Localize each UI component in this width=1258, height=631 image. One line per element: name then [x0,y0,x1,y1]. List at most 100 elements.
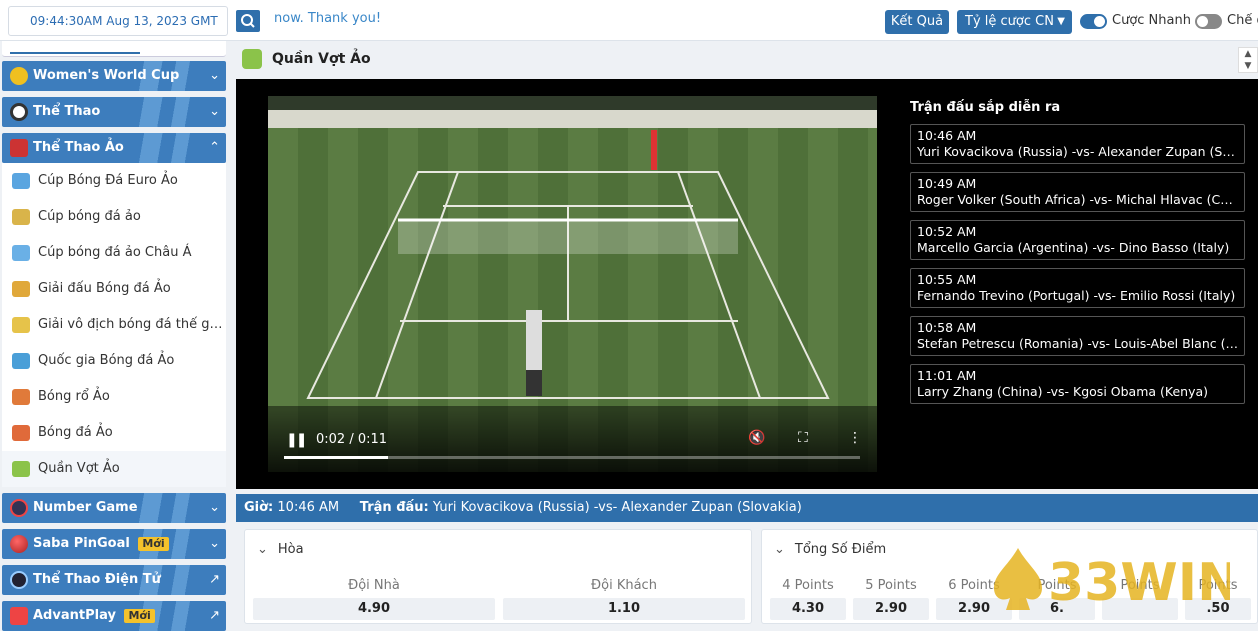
sidebar-cat-virtual-sports[interactable]: Thể Thao Ảo ⌃ [2,133,226,163]
match-teams: Larry Zhang (China) -vs- Kgosi Obama (Ke… [917,384,1209,399]
panel-header[interactable]: ⌄ Tổng Số Điểm [774,542,886,557]
sidebar-item-virtual-basketball[interactable]: Bóng rổ Ảo [2,379,226,415]
sidebar-item-label: Bóng rổ Ảo [38,389,110,404]
sidebar-cat-esports[interactable]: Thể Thao Điện Tử ↗ [2,565,226,595]
sidebar-item-virtual-world-cup[interactable]: Giải vô địch bóng đá thế giới ảo [2,307,226,343]
quick-bet-toggle[interactable] [1080,14,1107,29]
soccer-ball-icon [12,425,30,441]
world-cup-icon [12,317,30,333]
match-time: 10:55 AM [917,272,977,287]
soccer-ball-icon [10,103,28,121]
sidebar-item-label: Giải vô địch bóng đá thế giới ảo [38,317,226,332]
sidebar-item-virtual-tennis[interactable]: Quần Vợt Ảo [2,451,226,487]
odds-total[interactable]: 5 Points 2.90 [853,576,929,624]
panel-title: Tổng Số Điểm [794,542,887,557]
sidebar-cat-sports[interactable]: Thể Thao ⌄ [2,97,226,127]
sidebar-cat-label: Thể Thao Ảo [33,140,124,155]
match-time: 11:01 AM [917,368,977,383]
sidebar-cat-advantplay[interactable]: AdvantPlay Mới ↗ [2,601,226,631]
match-teams: Marcello Garcia (Argentina) -vs- Dino Ba… [917,240,1230,255]
quick-bet-label: Cược Nhanh [1112,13,1191,28]
search-button[interactable] [236,10,260,32]
odds-total[interactable]: 4 Points 4.30 [770,576,846,624]
advantplay-icon [10,607,28,625]
trophy-icon [12,209,30,225]
basketball-icon [12,389,30,405]
chevron-down-icon: ⌄ [209,104,220,119]
number-ball-icon [10,499,28,517]
new-badge: Mới [124,609,155,623]
match-teams: Yuri Kovacikova (Russia) -vs- Alexander … [917,144,1238,159]
chevron-up-icon: ⌃ [209,140,220,155]
video-player[interactable]: ❚❚ 0:02 / 0:11 🔇 ⛶ ⋮ [268,96,877,472]
match-label: Trận đấu: [359,500,429,515]
video-time: 0:02 / 0:11 [316,432,388,447]
sidebar-item-label: Quốc gia Bóng đá Ảo [38,353,175,368]
upcoming-match[interactable]: 10:58 AM Stefan Petrescu (Romania) -vs- L… [910,316,1245,356]
sidebar-item-label: Giải đấu Bóng đá Ảo [38,281,171,296]
odds-value: 1.10 [503,598,745,620]
datetime-display: 09:44:30AM Aug 13, 2023 GMT +7 [8,6,228,56]
sidebar-cat-number-game[interactable]: Number Game ⌄ [2,493,226,523]
match-time: 10:49 AM [917,176,977,191]
sidebar-item-virtual-league[interactable]: Giải đấu Bóng đá Ảo [2,271,226,307]
odds-type-dropdown[interactable]: Tỷ lệ cược CN ▼ [957,10,1072,34]
panel-header[interactable]: ⌄ Hòa [257,542,304,557]
main-content: Quần Vợt Ảo ▲ ▼ ❚❚ 0:02 / 0:11 🔇 ⛶ ⋮ Trậ… [236,41,1258,624]
sidebar-top-tab [2,41,226,57]
sidebar-item-asia-virtual-cup[interactable]: Cúp bóng đá ảo Châu Á [2,235,226,271]
chevron-down-icon: ⌄ [209,500,220,515]
video-progress-bar[interactable] [284,456,860,459]
sidebar-cat-label: Saba PinGoal [33,536,130,551]
match-teams: Roger Volker (South Africa) -vs- Michal … [917,192,1238,207]
upcoming-matches: Trận đấu sắp diễn ra 10:46 AM Yuri Kovaci… [910,100,1245,412]
sidebar-item-label: Bóng đá Ảo [38,425,113,440]
upcoming-match[interactable]: 11:01 AM Larry Zhang (China) -vs- Kgosi O… [910,364,1245,404]
upcoming-match[interactable]: 10:52 AM Marcello Garcia (Argentina) -vs-… [910,220,1245,260]
pause-icon[interactable]: ❚❚ [286,432,308,448]
mute-icon[interactable]: 🔇 [748,430,765,446]
mode-toggle[interactable] [1195,14,1222,29]
odds-type-label: Tỷ lệ cược CN [965,14,1054,29]
sidebar-cat-saba-pingoal[interactable]: Saba PinGoal Mới ⌄ [2,529,226,559]
chevron-down-icon: ⌄ [257,542,268,557]
sidebar-item-label: Quần Vợt Ảo [38,461,120,476]
sidebar-item-virtual-cup[interactable]: Cúp bóng đá ảo [2,199,226,235]
upcoming-match[interactable]: 10:49 AM Roger Volker (South Africa) -vs-… [910,172,1245,212]
sidebar-item-virtual-nations[interactable]: Quốc gia Bóng đá Ảo [2,343,226,379]
sidebar-item-virtual-football[interactable]: Bóng đá Ảo [2,415,226,451]
sidebar-cat-womens-world-cup[interactable]: Women's World Cup ⌄ [2,61,226,91]
virtual-league-icon [12,281,30,297]
external-link-icon: ↗ [209,572,220,587]
upcoming-match[interactable]: 10:46 AM Yuri Kovacikova (Russia) -vs- Al… [910,124,1245,164]
new-badge: Mới [138,537,169,551]
top-bar: 09:44:30AM Aug 13, 2023 GMT +7 now. Than… [0,0,1258,56]
current-match-bar: Giờ: 10:46 AM Trận đấu: Yuri Kovacikova … [236,494,1258,522]
scroll-arrows[interactable]: ▲ ▼ [1238,47,1258,73]
sidebar-item-label: Cúp bóng đá ảo [38,209,141,224]
match-teams: Fernando Trevino (Portugal) -vs- Emilio … [917,288,1236,303]
match-value: Yuri Kovacikova (Russia) -vs- Alexander … [432,500,802,515]
more-options-icon[interactable]: ⋮ [848,430,862,446]
odds-label: Đội Nhà [348,578,400,593]
upcoming-match[interactable]: 10:55 AM Fernando Trevino (Portugal) -vs-… [910,268,1245,308]
sidebar-cat-label: Thể Thao [33,104,101,119]
tennis-icon [12,461,30,477]
sidebar-cat-label: Thể Thao Điện Tử [33,572,161,587]
fullscreen-icon[interactable]: ⛶ [798,430,808,446]
sidebar-item-label: Cúp Bóng Đá Euro Ảo [38,173,178,188]
virtual-nations-icon [12,353,30,369]
watermark-text: 33WIN [1048,553,1230,613]
chevron-down-icon: ▼ [1057,16,1065,27]
draw-market-panel: ⌄ Hòa Đội Nhà 4.90 Đội Khách 1.10 [244,529,752,624]
upcoming-title: Trận đấu sắp diễn ra [910,100,1061,115]
odds-away[interactable]: Đội Khách 1.10 [503,576,745,624]
sidebar-item-euro-virtual[interactable]: Cúp Bóng Đá Euro Ảo [2,163,226,199]
odds-home[interactable]: Đội Nhà 4.90 [253,576,495,624]
results-button[interactable]: Kết Quả [885,10,949,34]
match-time: 10:46 AM [917,128,977,143]
virtual-sports-icon [10,139,28,157]
headset-icon [10,571,28,589]
odds-value: 4.90 [253,598,495,620]
page-title: Quần Vợt Ảo [272,51,371,67]
